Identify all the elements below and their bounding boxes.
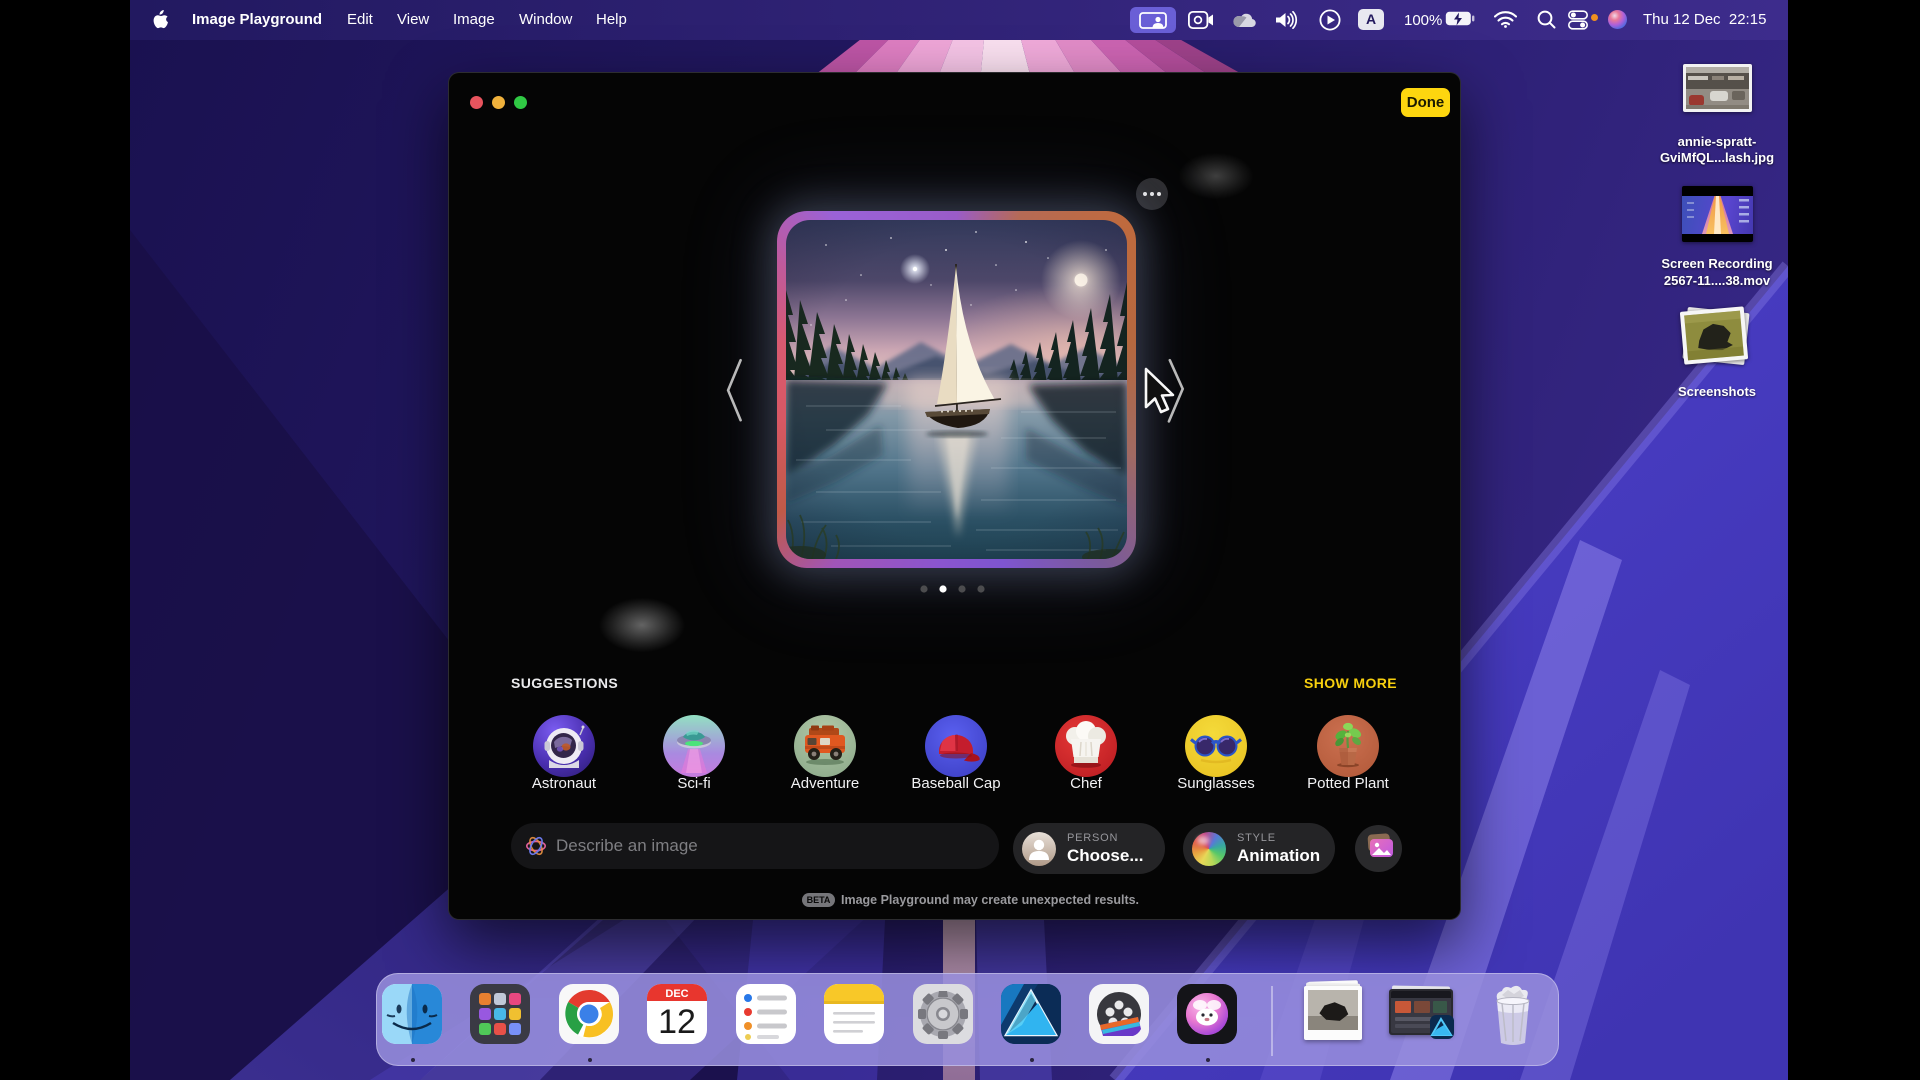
svg-text:12: 12: [658, 1003, 696, 1041]
svg-text:DEC: DEC: [665, 988, 688, 1000]
